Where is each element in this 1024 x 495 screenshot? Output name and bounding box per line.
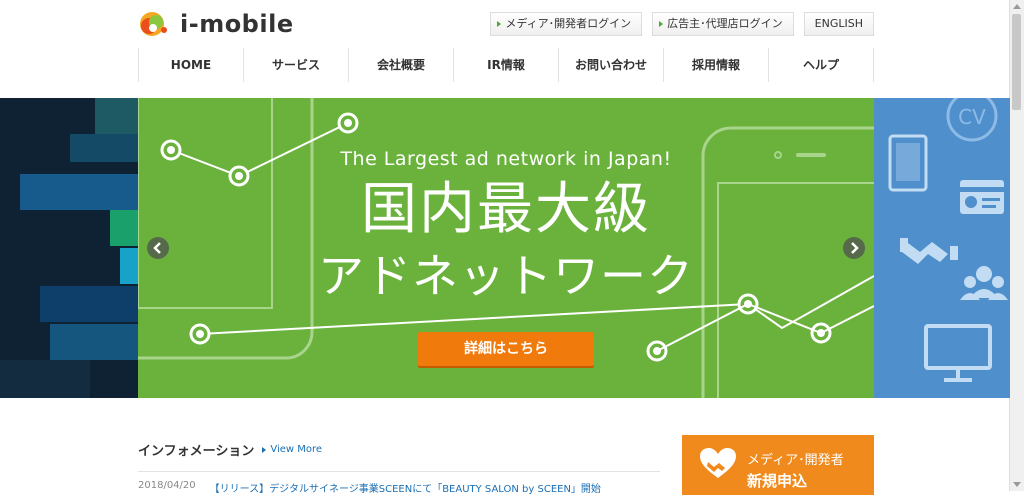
chevron-left-icon	[153, 242, 161, 254]
signup-text: メディア･開発者 新規申込	[747, 449, 844, 491]
nav-item-recruit[interactable]: 採用情報	[664, 48, 769, 82]
hero-next-slide-peek[interactable]: CV	[874, 98, 1010, 398]
media-developer-login-button[interactable]: メディア･開発者ログイン	[490, 12, 643, 36]
arrow-right-icon	[497, 21, 502, 27]
divider	[138, 471, 660, 472]
english-button[interactable]: ENGLISH	[803, 12, 874, 36]
monitor-icon	[924, 324, 992, 382]
logo[interactable]: i-mobile	[138, 8, 294, 40]
news-link[interactable]: 【リリース】デジタルサイネージ事業SCEENにて「BEAUTY SALON by…	[210, 480, 601, 495]
hero-title-line2: アドネットワーク	[318, 249, 694, 303]
users-icon	[960, 266, 1008, 300]
hero-slider: The Largest ad network in Japan! 国内最大級 ア…	[0, 98, 1010, 398]
view-more-link[interactable]: View More	[262, 444, 322, 455]
scroll-down-icon[interactable]	[1013, 482, 1021, 487]
advertiser-login-label: 広告主･代理店ログイン	[667, 17, 783, 30]
tablet-icon	[888, 134, 928, 192]
hero-main-slide[interactable]: The Largest ad network in Japan! 国内最大級 ア…	[138, 98, 874, 398]
slider-prev-button[interactable]	[147, 237, 169, 259]
top-links: メディア･開発者ログイン 広告主･代理店ログイン ENGLISH	[490, 12, 874, 36]
information-header: インフォメーション View More	[138, 440, 660, 459]
arrow-right-icon	[262, 447, 267, 453]
card-icon	[960, 180, 1004, 214]
signup-line1: メディア･開発者	[747, 453, 844, 468]
view-more-label: View More	[270, 444, 323, 455]
next-slide-graphic: CV	[888, 98, 1008, 382]
hero-prev-slide-peek[interactable]	[0, 98, 138, 398]
scrollbar-thumb[interactable]	[1012, 14, 1021, 110]
logo-text: i-mobile	[180, 10, 294, 38]
main-nav: HOME サービス 会社概要 IR情報 お問い合わせ 採用情報 ヘルプ	[138, 48, 874, 82]
prev-slide-graphic	[0, 98, 138, 398]
nav-item-company[interactable]: 会社概要	[349, 48, 454, 82]
logo-mark-icon	[140, 12, 167, 36]
svg-text:CV: CV	[958, 105, 986, 129]
nav-item-ir[interactable]: IR情報	[454, 48, 559, 82]
news-date: 2018/04/20	[138, 480, 196, 491]
advertiser-agency-login-button[interactable]: 広告主･代理店ログイン	[652, 12, 794, 36]
handshake-icon	[900, 238, 958, 264]
nav-item-help[interactable]: ヘルプ	[769, 48, 874, 82]
arrow-right-icon	[659, 21, 664, 27]
scroll-up-icon[interactable]	[1013, 4, 1021, 9]
details-button[interactable]: 詳細はこちら	[418, 332, 594, 366]
news-item: 2018/04/20 【リリース】デジタルサイネージ事業SCEENにて「BEAU…	[138, 480, 660, 495]
slider-next-button[interactable]	[843, 237, 865, 259]
hero-subtitle: The Largest ad network in Japan!	[340, 148, 672, 170]
chevron-right-icon	[851, 242, 859, 254]
nav-item-home[interactable]: HOME	[139, 48, 244, 82]
information-title: インフォメーション	[138, 444, 255, 459]
nav-item-services[interactable]: サービス	[244, 48, 349, 82]
signup-line2: 新規申込	[747, 472, 808, 490]
media-developer-signup-button[interactable]: メディア･開発者 新規申込	[682, 435, 874, 495]
media-login-label: メディア･開発者ログイン	[505, 17, 632, 30]
scrollbar[interactable]	[1009, 0, 1024, 491]
heart-handshake-icon	[700, 448, 736, 478]
nav-item-contact[interactable]: お問い合わせ	[559, 48, 664, 82]
english-label: ENGLISH	[814, 17, 863, 30]
information-section: インフォメーション View More 2018/04/20 【リリース】デジタ…	[138, 440, 660, 495]
hero-title: 国内最大級	[361, 177, 651, 242]
